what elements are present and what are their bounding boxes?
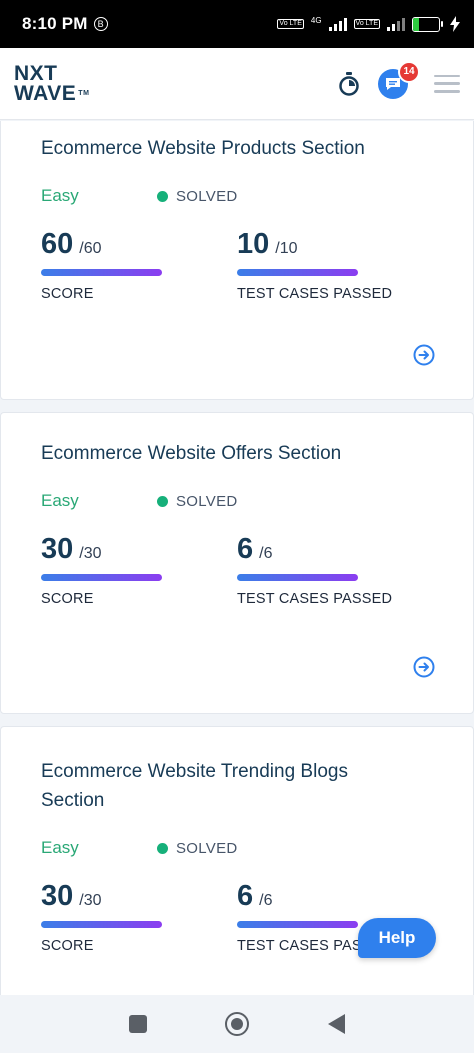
tests-value: 6 — [237, 533, 254, 565]
system-nav-bar — [0, 995, 474, 1053]
tests-stat: 6/6 TEST CASES PASSED — [237, 533, 433, 607]
problem-card[interactable]: Ecommerce Website Offers Section Easy SO… — [0, 412, 474, 714]
tests-value: 6 — [237, 880, 254, 912]
problem-title[interactable]: Ecommerce Website Products Section — [41, 134, 433, 163]
solved-dot-icon — [157, 495, 168, 507]
score-progress-bar — [41, 574, 162, 581]
network-type-label: 4G — [310, 16, 322, 25]
tests-total: /6 — [259, 545, 273, 562]
score-label: SCORE — [41, 938, 94, 954]
tests-total: /10 — [275, 240, 298, 257]
back-icon[interactable] — [327, 1014, 345, 1034]
chat-badge-count: 14 — [398, 60, 420, 83]
battery-icon: 23 — [412, 16, 443, 32]
logo-line2: WAVE — [14, 81, 77, 105]
arrow-right-circle-icon[interactable] — [413, 344, 435, 366]
stopwatch-icon[interactable] — [338, 71, 360, 96]
score-progress-bar — [41, 921, 162, 928]
status-text: SOLVED — [176, 839, 238, 857]
difficulty-label: Easy — [41, 186, 79, 205]
tests-stat: 10/10 TEST CASES PASSED — [237, 228, 433, 302]
home-icon[interactable] — [225, 1012, 250, 1036]
notification-b-icon: B — [93, 17, 108, 31]
status-right-icons: Vo LTE 4G Vo LTE 23 — [277, 16, 460, 32]
score-progress-bar — [41, 269, 162, 276]
volte-icon: Vo LTE — [277, 19, 304, 29]
status-badge: SOLVED — [157, 188, 238, 205]
status-bar: 8:10 PM B Vo LTE 4G Vo LTE 23 — [0, 0, 474, 48]
status-badge: SOLVED — [157, 493, 238, 510]
score-label: SCORE — [41, 286, 94, 302]
signal-icon — [328, 17, 347, 31]
tests-label: TEST CASES PASSED — [237, 286, 393, 302]
battery-level: 23 — [420, 17, 432, 29]
volte-icon-2: Vo LTE — [353, 19, 380, 29]
score-stat: 30/30 SCORE — [41, 533, 237, 607]
score-value: 30 — [41, 880, 74, 912]
logo-tm: TM — [78, 89, 90, 97]
tests-value: 10 — [237, 228, 270, 260]
tests-progress-bar — [237, 921, 358, 928]
score-total: /30 — [79, 545, 102, 562]
difficulty-label: Easy — [41, 491, 79, 510]
problem-card[interactable]: Ecommerce Website Products Section Easy … — [0, 121, 474, 400]
nxtwave-logo[interactable]: NXT WAVE TM — [14, 61, 90, 105]
score-stat: 30/30 SCORE — [41, 880, 237, 954]
problem-title[interactable]: Ecommerce Website Offers Section — [41, 439, 433, 468]
recent-apps-icon[interactable] — [129, 1015, 148, 1033]
status-time: 8:10 PM — [22, 14, 88, 33]
tests-progress-bar — [237, 269, 358, 276]
signal-icon-2 — [387, 17, 405, 31]
status-text: SOLVED — [176, 187, 238, 205]
arrow-right-circle-icon[interactable] — [413, 656, 435, 678]
solved-dot-icon — [157, 842, 168, 854]
hamburger-menu-icon[interactable] — [434, 74, 460, 93]
tests-label: TEST CASES PASSED — [237, 591, 393, 607]
status-badge: SOLVED — [157, 840, 238, 857]
score-value: 60 — [41, 228, 74, 260]
status-text: SOLVED — [176, 492, 238, 510]
logo-line1: NXT — [14, 61, 58, 85]
tests-total: /6 — [259, 892, 273, 909]
difficulty-label: Easy — [41, 838, 79, 857]
score-stat: 60/60 SCORE — [41, 228, 237, 302]
tests-progress-bar — [237, 574, 358, 581]
score-label: SCORE — [41, 591, 94, 607]
score-total: /60 — [79, 240, 102, 257]
problem-title[interactable]: Ecommerce Website Trending Blogs Section — [41, 757, 391, 815]
help-button[interactable]: Help — [358, 918, 436, 958]
score-value: 30 — [41, 533, 74, 565]
score-total: /30 — [79, 892, 102, 909]
solved-dot-icon — [157, 190, 168, 202]
app-header: NXT WAVE TM 14 — [0, 48, 474, 120]
chat-button[interactable]: 14 — [378, 60, 420, 99]
charging-bolt-icon — [450, 16, 460, 32]
problems-list: Ecommerce Website Products Section Easy … — [0, 121, 474, 995]
